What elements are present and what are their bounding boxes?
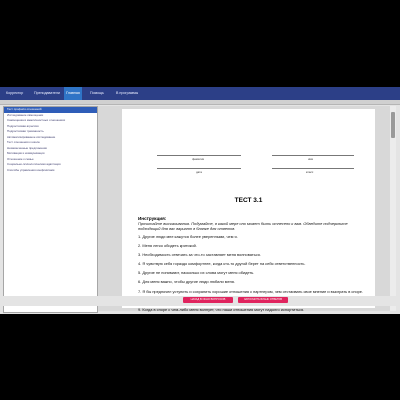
question-item: 9. Когда в споре с чем-либо меня волнует… (138, 306, 305, 312)
menu-item-help[interactable]: Помощь (90, 87, 104, 100)
question-item: 1. Другие люди мне кажутся более уверенн… (138, 234, 238, 239)
vertical-scrollbar[interactable] (390, 106, 396, 311)
document-viewer[interactable]: фамилия имя дата класс ТЕСТ 3.1 Инструкц… (98, 106, 396, 312)
test-page: фамилия имя дата класс ТЕСТ 3.1 Инструкц… (122, 109, 375, 312)
question-item: 3. Необходимость отвечать за что-то заст… (138, 252, 261, 258)
sidebar-item[interactable]: Способы управления конфликтами (4, 168, 97, 174)
scroll-thumb[interactable] (391, 112, 395, 138)
question-item: 5. Другие не понимают, насколько их слов… (138, 270, 255, 276)
menu-item-to-programs[interactable]: В программы (116, 87, 138, 100)
app-window: Корректор Преподаватели Главная Помощь В… (0, 87, 400, 314)
menu-item-corrector[interactable]: Корректор (6, 87, 23, 100)
class-label: класс (306, 169, 314, 174)
menu-item-teachers[interactable]: Преподаватели (34, 87, 60, 100)
question-item: 7. Я бы предпочел уступить и сохранить х… (138, 288, 364, 294)
name-line (272, 155, 354, 156)
question-item: 6. Для меня важно, чтобы другие люди люб… (138, 279, 235, 285)
test-title: ТЕСТ 3.1 (234, 197, 263, 204)
toolbar-strip (0, 100, 400, 105)
fill-answer-sheet-button[interactable]: ЗАПОЛНИТЬ БЛАНК ОТВЕТОВ (238, 297, 288, 303)
name-label: имя (308, 156, 313, 161)
menu-bar: Корректор Преподаватели Главная Помощь В… (0, 87, 400, 100)
question-item: 4. Я чувствую себя гораздо комфортнее, к… (138, 261, 306, 267)
menu-item-home[interactable]: Главная (64, 87, 82, 100)
surname-label: фамилия (192, 156, 205, 161)
instruction-text: Прочитайте высказывания. Подумайте, в ка… (138, 221, 348, 231)
back-to-questions-button[interactable]: НАЗАД В ОКНО ВОПРОСОВ (183, 297, 233, 303)
date-label: дата (196, 169, 202, 174)
test-list-sidebar: Тест профиля отношений Исследование само… (3, 106, 98, 313)
question-item: 2. Меня легко обидеть критикой. (138, 243, 197, 249)
